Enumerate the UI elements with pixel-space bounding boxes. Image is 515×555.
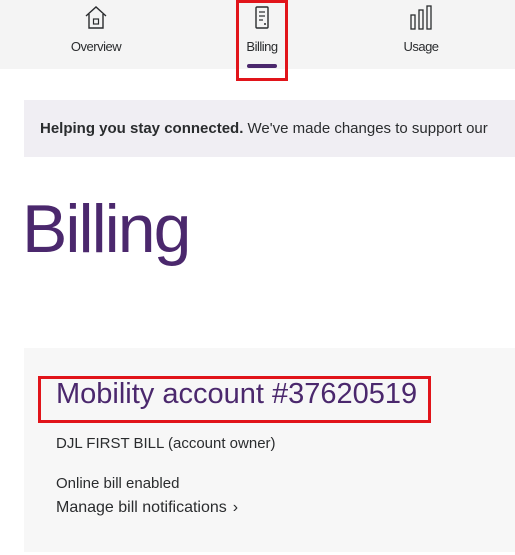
notice-banner: Helping you stay connected. We've made c… bbox=[24, 100, 515, 157]
manage-bill-notifications-link[interactable]: Manage bill notifications › bbox=[56, 499, 238, 517]
bill-status: Online bill enabled bbox=[56, 475, 180, 492]
account-owner: DJL FIRST BILL (account owner) bbox=[56, 435, 276, 452]
chevron-right-icon: › bbox=[232, 499, 239, 516]
billing-tab-highlight bbox=[236, 0, 288, 81]
banner-text: Helping you stay connected. We've made c… bbox=[40, 120, 488, 137]
nav-label-overview: Overview bbox=[70, 39, 122, 54]
house-icon bbox=[85, 6, 107, 29]
page-title: Billing bbox=[22, 191, 191, 267]
banner-body-text: We've made changes to support our bbox=[243, 120, 488, 137]
bar-chart-icon bbox=[410, 5, 432, 30]
account-title-highlight bbox=[38, 376, 431, 423]
manage-link-label: Manage bill notifications bbox=[56, 499, 227, 516]
nav-item-usage[interactable]: Usage bbox=[371, 0, 471, 69]
nav-label-usage: Usage bbox=[403, 39, 439, 54]
nav-item-overview[interactable]: Overview bbox=[46, 0, 146, 69]
banner-bold-text: Helping you stay connected. bbox=[40, 120, 244, 137]
